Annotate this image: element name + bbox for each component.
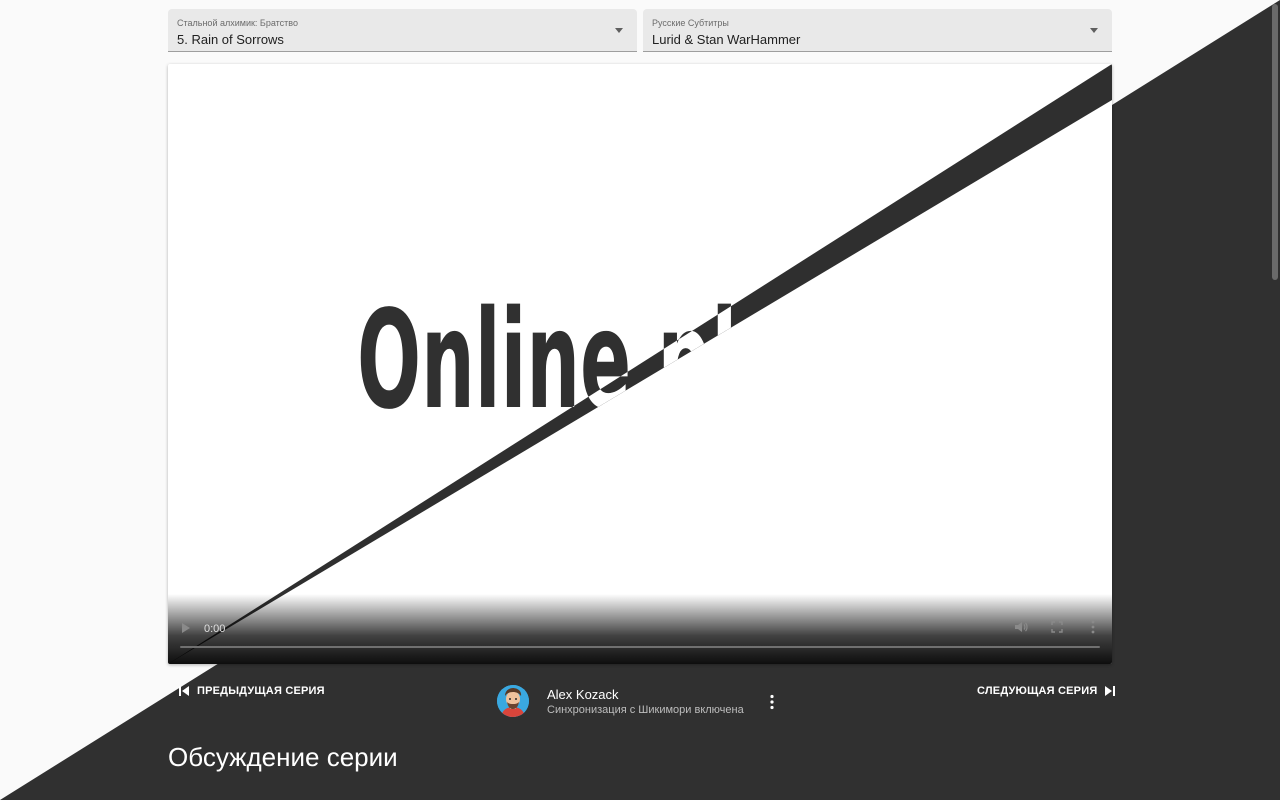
video-player[interactable]: Online player Online player 0:00 xyxy=(168,64,1112,664)
avatar[interactable] xyxy=(497,685,529,717)
user-sync-panel: Alex Kozack Синхронизация с Шикимори вкл… xyxy=(497,684,787,718)
skip-previous-icon xyxy=(179,686,189,696)
user-name: Alex Kozack xyxy=(547,687,619,702)
fullscreen-icon[interactable] xyxy=(1051,621,1063,633)
dropdown-caret-icon xyxy=(615,28,623,33)
next-episode-label: СЛЕДУЮЩАЯ СЕРИЯ xyxy=(977,685,1098,697)
more-vert-icon[interactable] xyxy=(769,694,775,710)
translation-select-label: Русские Субтитры xyxy=(652,18,729,28)
episode-select[interactable]: Стальной алхимик: Братство 5. Rain of So… xyxy=(168,9,637,52)
translation-select-value: Lurid & Stan WarHammer xyxy=(652,32,801,47)
logo-text-dark: Online player xyxy=(357,282,923,440)
translation-select[interactable]: Русские Субтитры Lurid & Stan WarHammer xyxy=(643,9,1112,52)
volume-icon[interactable] xyxy=(1014,620,1028,634)
discussion-heading: Обсуждение серии xyxy=(168,742,398,772)
play-icon[interactable] xyxy=(182,623,190,633)
episode-select-label: Стальной алхимик: Братство xyxy=(177,18,298,28)
current-time: 0:00 xyxy=(204,623,226,635)
dropdown-caret-icon xyxy=(1090,28,1098,33)
online-player-logo: Online player Online player xyxy=(357,282,923,440)
skip-next-icon xyxy=(1105,686,1116,696)
episode-select-value: 5. Rain of Sorrows xyxy=(177,32,284,47)
progress-bar[interactable] xyxy=(180,646,1100,648)
next-episode-button[interactable]: СЛЕДУЮЩАЯ СЕРИЯ xyxy=(977,683,1117,699)
page-content: Стальной алхимик: Братство 5. Rain of So… xyxy=(0,0,1280,800)
player-controls: 0:00 xyxy=(168,594,1112,664)
scrollbar-thumb[interactable] xyxy=(1272,4,1278,280)
sync-status: Синхронизация с Шикимори включена xyxy=(547,704,744,716)
more-vert-icon[interactable] xyxy=(1088,619,1098,635)
previous-episode-button[interactable]: ПРЕДЫДУЩАЯ СЕРИЯ xyxy=(178,683,325,699)
previous-episode-label: ПРЕДЫДУЩАЯ СЕРИЯ xyxy=(197,685,325,697)
